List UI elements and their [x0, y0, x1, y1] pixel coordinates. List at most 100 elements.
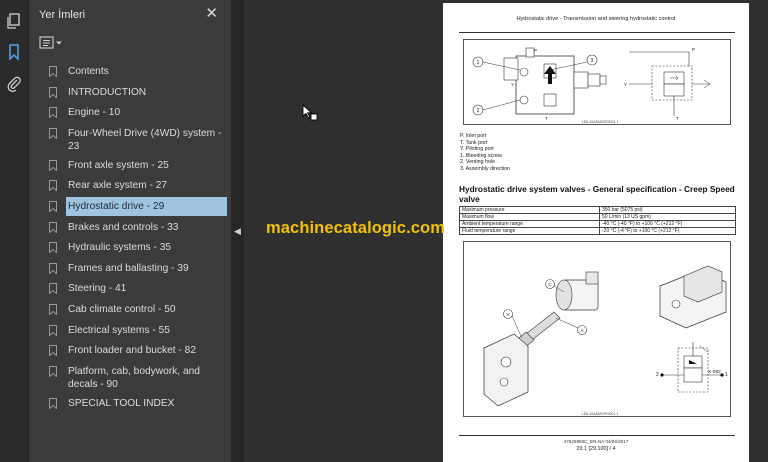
bookmark-item[interactable]: INTRODUCTION	[45, 83, 227, 104]
bookmark-ribbon-icon	[49, 283, 57, 295]
bookmark-ribbon-icon	[49, 86, 57, 98]
bookmark-item[interactable]: Frames and ballasting - 39	[45, 259, 227, 280]
legend-item: 2. Venting hole	[460, 159, 496, 166]
bookmark-item[interactable]: Cab climate control - 50	[45, 300, 227, 321]
port-p: P	[534, 48, 537, 53]
bookmark-label: Hydrostatic drive - 29	[66, 196, 227, 216]
pdf-page[interactable]: Hydrostatic drive - Transmission and ste…	[443, 3, 749, 462]
bookmark-item-active[interactable]: Hydrostatic drive - 29	[45, 196, 227, 218]
bookmark-item[interactable]: Front axle system - 25	[45, 156, 227, 177]
options-icon[interactable]	[39, 36, 63, 50]
pdf-reader-window: Yer İmleri ✕ Contents INTRODUCTION Engin…	[0, 0, 768, 462]
attachment-icon[interactable]	[5, 74, 23, 92]
bookmark-ribbon-icon	[49, 397, 57, 409]
bookmark-ribbon-icon	[49, 303, 57, 315]
bookmark-label: SPECIAL TOOL INDEX	[68, 397, 175, 409]
figure-legend: P. Inlet port T. Tank port Y. Piloting p…	[460, 133, 510, 173]
bookmark-label: Brakes and controls - 33	[68, 221, 179, 233]
legend-item: 1. Bleeding screw	[460, 152, 502, 159]
table-row: Ambient temperature range -40 °C (-40 °F)…	[459, 220, 736, 228]
bookmark-item[interactable]: Brakes and controls - 33	[45, 218, 227, 239]
bookmark-label: Four-Wheel Drive (4WD) system - 23	[68, 127, 222, 152]
bookmark-item[interactable]: Engine - 10	[45, 103, 227, 124]
bookmark-label: Hydraulic systems - 35	[68, 242, 172, 254]
bookmark-ribbon-icon	[49, 324, 57, 336]
table-row: Maximum flow 50 L/min (13 US gpm)	[459, 213, 736, 221]
footer-page-number: 29.1 [29.100] / 4	[576, 446, 616, 452]
bookmark-item[interactable]: Front loader and bucket - 82	[45, 341, 227, 362]
legend-item: P. Inlet port	[460, 133, 487, 139]
bookmark-item[interactable]: Electrical systems - 55	[45, 321, 227, 342]
bookmark-label: Engine - 10	[68, 107, 121, 119]
bookmark-ribbon-icon	[49, 221, 57, 233]
bookmark-label: Cab climate control - 50	[68, 303, 176, 315]
symbol-code: X-082	[708, 369, 721, 375]
bookmark-item[interactable]: Platform, cab, bodywork, and decals - 90	[45, 362, 227, 394]
bookmark-ribbon-icon	[49, 345, 57, 357]
bookmark-list: Contents INTRODUCTION Engine - 10 Four-W…	[45, 62, 227, 414]
bookmark-ribbon-icon	[49, 159, 57, 171]
cursor-icon	[302, 104, 318, 121]
figure-creep-speed-valve: C V A 2 1 X-082 LEIL16ASM23F0001 1	[463, 241, 731, 417]
bookmark-label: Frames and ballasting - 39	[68, 262, 189, 274]
bookmark-item[interactable]: Rear axle system - 27	[45, 176, 227, 197]
spec-key: Ambient temperature range	[459, 220, 600, 228]
bookmark-icon[interactable]	[5, 43, 23, 61]
page-header: Hydrostatic drive - Transmission and ste…	[516, 16, 676, 22]
bookmark-item[interactable]: SPECIAL TOOL INDEX	[45, 394, 227, 415]
port-t: T	[545, 116, 548, 121]
bookmark-item[interactable]: Steering - 41	[45, 279, 227, 300]
bookmark-ribbon-icon	[49, 107, 57, 119]
bookmark-label: Rear axle system - 27	[68, 180, 168, 192]
bookmark-ribbon-icon	[49, 242, 57, 254]
bookmark-ribbon-icon	[49, 262, 57, 274]
figure-caption: LEIL16ASM23F0001 1	[582, 120, 619, 124]
port-y: Y	[511, 82, 514, 87]
watermark-text: machinecatalogic.com	[266, 219, 445, 237]
bookmark-label: Electrical systems - 55	[68, 324, 170, 336]
valve-drawing: 1 2 3 P T Y P Y T	[472, 47, 711, 121]
creep-valve-drawing: C V A 2 1 X-082	[483, 265, 728, 407]
bookmarks-panel: Yer İmleri ✕ Contents INTRODUCTION Engin…	[29, 0, 231, 462]
callout-2: 2	[477, 108, 480, 114]
spec-value: 350 bar (5075 psi)	[599, 206, 736, 214]
bookmark-label: INTRODUCTION	[68, 86, 147, 98]
close-icon[interactable]: ✕	[205, 6, 218, 21]
section-title: Hydrostatic drive system valves - Genera…	[459, 184, 735, 204]
bookmark-item[interactable]: Hydraulic systems - 35	[45, 238, 227, 259]
bookmark-ribbon-icon	[49, 66, 57, 77]
pages-icon[interactable]	[5, 12, 23, 30]
spec-key: Maximum flow	[459, 213, 600, 221]
bookmark-ribbon-icon	[49, 127, 57, 139]
spec-key: Fluid temperature range	[459, 227, 600, 235]
footer-rule	[459, 435, 735, 436]
bookmark-ribbon-icon	[49, 180, 57, 192]
symbol-port-t: T	[676, 116, 679, 121]
legend-item: Y. Piloting port	[460, 146, 494, 153]
bookmark-label: Steering - 41	[68, 283, 127, 295]
bookmark-ribbon-icon	[49, 365, 57, 377]
figure-valve-schematic: 1 2 3 P T Y P Y T LEIL16ASM23F0001 1	[463, 39, 731, 125]
callout-3: 3	[591, 58, 594, 64]
navigation-rail	[0, 0, 29, 462]
symbol-port-1: 1	[725, 372, 728, 378]
spec-key: Maximum pressure	[459, 206, 600, 214]
specification-table: Maximum pressure 350 bar (5075 psi) Maxim…	[459, 206, 736, 235]
bookmark-item[interactable]: Four-Wheel Drive (4WD) system - 23	[45, 124, 227, 156]
bookmark-label: Contents	[68, 66, 109, 77]
symbol-port-2: 2	[656, 372, 659, 378]
spec-value: 50 L/min (13 US gpm)	[599, 213, 736, 221]
legend-item: T. Tank port	[460, 139, 488, 146]
bookmark-item[interactable]: Contents	[45, 62, 227, 83]
bookmark-ribbon-icon	[49, 200, 57, 212]
spec-value: -20 °C (-4 °F) to +100 °C (+212 °F)	[599, 227, 736, 235]
symbol-port-y: Y	[624, 82, 627, 87]
table-row: Fluid temperature range -20 °C (-4 °F) to…	[459, 227, 736, 235]
bookmark-label: Front loader and bucket - 82	[68, 345, 196, 357]
table-row: Maximum pressure 350 bar (5075 psi)	[459, 206, 736, 214]
callout-v: V	[506, 312, 509, 317]
symbol-port-p: P	[692, 47, 695, 52]
panel-title: Yer İmleri	[39, 9, 86, 21]
collapse-arrow-icon[interactable]: ◀	[234, 226, 241, 237]
footer-doc-id: 47626850C_EN-NA 04/04/2017	[563, 439, 629, 444]
